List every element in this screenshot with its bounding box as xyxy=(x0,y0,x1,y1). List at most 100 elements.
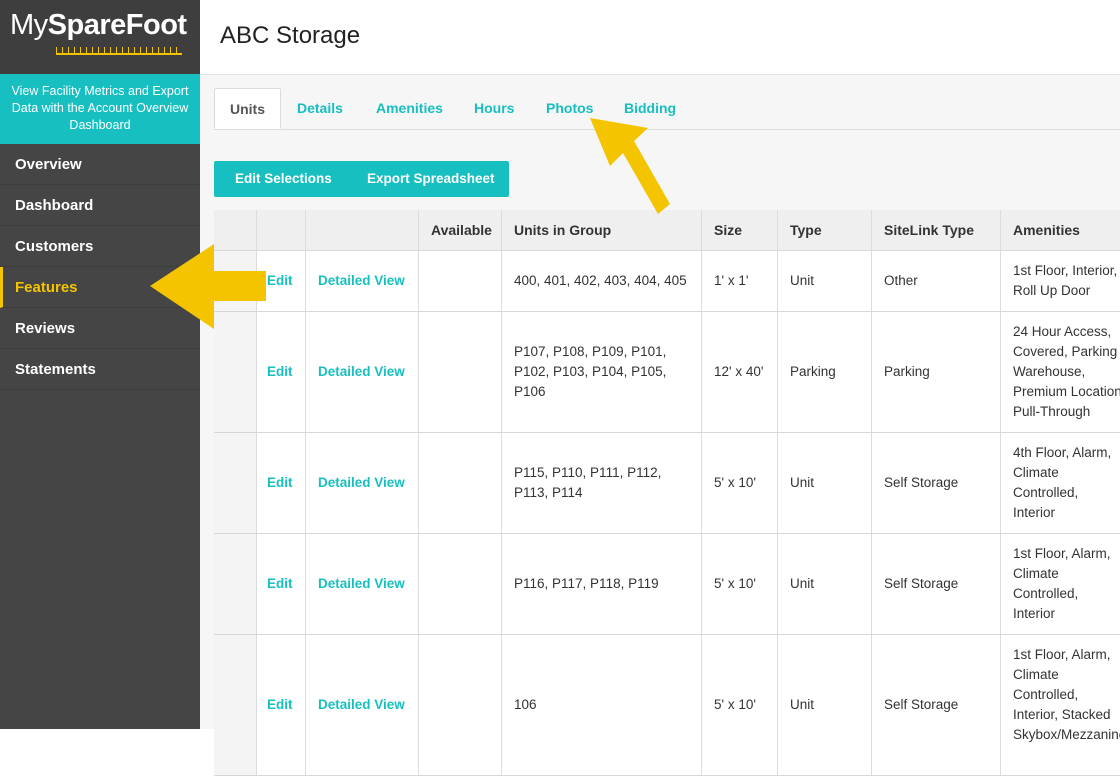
edit-link[interactable]: Edit xyxy=(257,534,306,634)
amenities-cell: 1st Floor, Alarm, Climate Controlled, Inter… xyxy=(1001,635,1120,775)
edit-link[interactable]: Edit xyxy=(257,635,306,775)
sidebar-item-statements[interactable]: Statements xyxy=(0,349,200,390)
amenity-line: Climate xyxy=(1013,667,1059,682)
available-cell xyxy=(419,251,502,311)
type-cell: Parking xyxy=(778,312,872,432)
logo-part-my: My xyxy=(10,9,48,41)
amenity-line: Premium Location, xyxy=(1013,384,1120,399)
header-view xyxy=(306,210,419,250)
amenity-line: 1st Floor, Interior, xyxy=(1013,263,1118,278)
amenity-line: Climate xyxy=(1013,465,1059,480)
row-select-cell[interactable] xyxy=(214,635,257,775)
page-title: ABC Storage xyxy=(220,22,361,49)
row-select-cell[interactable] xyxy=(214,534,257,634)
table-row: Edit Detailed View P116, P117, P118, P119 5… xyxy=(214,534,1120,635)
amenity-line: Controlled, xyxy=(1013,485,1079,500)
amenity-line: Interior xyxy=(1013,606,1056,621)
header-available[interactable]: Available xyxy=(419,210,502,250)
export-spreadsheet-button[interactable]: Export Spreadsheet xyxy=(367,161,495,197)
available-cell xyxy=(419,312,502,432)
type-cell: Unit xyxy=(778,534,872,634)
sitelink-type-cell: Self Storage xyxy=(872,534,1001,634)
amenity-line: 24 Hour Access, xyxy=(1013,324,1112,339)
page-header: ABC Storage xyxy=(200,0,1120,75)
tab-units[interactable]: Units xyxy=(214,88,281,129)
units-line: P106 xyxy=(514,384,546,399)
amenity-line: 1st Floor, Alarm, xyxy=(1013,546,1111,561)
units-line: P107, P108, P109, P101, xyxy=(514,344,667,359)
sidebar: MySpareFoot View Facility Metrics and Ex… xyxy=(0,0,200,729)
logo-part-sparefoot: SpareFoot xyxy=(47,9,187,41)
type-cell: Unit xyxy=(778,635,872,775)
detailed-view-link[interactable]: Detailed View xyxy=(306,251,419,311)
detailed-view-link[interactable]: Detailed View xyxy=(306,433,419,533)
photos-arrow-icon xyxy=(590,118,670,214)
units-line: 400, 401, 402, 403, 404, 405 xyxy=(514,273,687,288)
edit-selections-button[interactable]: Edit Selections xyxy=(235,161,332,197)
sitelink-type-cell: Self Storage xyxy=(872,635,1001,775)
logo[interactable]: MySpareFoot xyxy=(0,0,200,74)
amenity-line: Interior, Stacked xyxy=(1013,707,1111,722)
amenity-line: Controlled, xyxy=(1013,687,1079,702)
amenity-line: Pull-Through xyxy=(1013,404,1091,419)
header-amenities[interactable]: Amenities xyxy=(1001,210,1120,250)
available-cell xyxy=(419,534,502,634)
dashboard-promo-banner[interactable]: View Facility Metrics and Export Data wi… xyxy=(0,74,200,144)
header-size[interactable]: Size xyxy=(702,210,778,250)
available-cell xyxy=(419,433,502,533)
tab-details[interactable]: Details xyxy=(282,88,358,129)
header-type[interactable]: Type xyxy=(778,210,872,250)
tab-amenities[interactable]: Amenities xyxy=(361,88,458,129)
logo-ruler-icon xyxy=(56,44,182,55)
sidebar-item-overview[interactable]: Overview xyxy=(0,144,200,185)
amenity-line: Warehouse, xyxy=(1013,364,1086,379)
amenity-line: Climate xyxy=(1013,566,1059,581)
sitelink-type-cell: Other xyxy=(872,251,1001,311)
units-line: 106 xyxy=(514,697,537,712)
amenities-cell: 24 Hour Access, Covered, Parking Warehouse… xyxy=(1001,312,1120,432)
size-cell: 1' x 1' xyxy=(702,251,778,311)
table-row: Edit Detailed View 400, 401, 402, 403, 404… xyxy=(214,251,1120,312)
table-row: Edit Detailed View P115, P110, P111, P112,… xyxy=(214,433,1120,534)
table-row: Edit Detailed View 106 5' x 10' Unit Self Sto… xyxy=(214,635,1120,776)
main-content: Units Details Amenities Hours Photos Bid… xyxy=(200,75,1120,776)
units-cell: P107, P108, P109, P101, P102, P103, P104,… xyxy=(502,312,702,432)
units-cell: P116, P117, P118, P119 xyxy=(502,534,702,634)
amenities-cell: 1st Floor, Interior, Roll Up Door xyxy=(1001,251,1120,311)
detailed-view-link[interactable]: Detailed View xyxy=(306,635,419,775)
size-cell: 5' x 10' xyxy=(702,433,778,533)
amenity-line: Covered, Parking xyxy=(1013,344,1118,359)
available-cell xyxy=(419,635,502,775)
amenity-line: Interior xyxy=(1013,505,1056,520)
units-cell: P115, P110, P111, P112, P113, P114 xyxy=(502,433,702,533)
sitelink-type-cell: Parking xyxy=(872,312,1001,432)
table-body: Edit Detailed View 400, 401, 402, 403, 404… xyxy=(214,251,1120,776)
size-cell: 12' x 40' xyxy=(702,312,778,432)
row-select-cell[interactable] xyxy=(214,433,257,533)
table-row: Edit Detailed View P107, P108, P109, P101,… xyxy=(214,312,1120,433)
units-line: P116, P117, P118, P119 xyxy=(514,576,659,591)
features-arrow-icon xyxy=(150,244,266,329)
detailed-view-link[interactable]: Detailed View xyxy=(306,534,419,634)
sidebar-item-dashboard[interactable]: Dashboard xyxy=(0,185,200,226)
amenity-line: Controlled, xyxy=(1013,586,1079,601)
units-cell: 400, 401, 402, 403, 404, 405 xyxy=(502,251,702,311)
edit-link[interactable]: Edit xyxy=(257,433,306,533)
amenities-cell: 1st Floor, Alarm, Climate Controlled, Inter… xyxy=(1001,534,1120,634)
tab-hours[interactable]: Hours xyxy=(459,88,529,129)
amenity-line: Roll Up Door xyxy=(1013,283,1091,298)
type-cell: Unit xyxy=(778,251,872,311)
amenities-cell: 4th Floor, Alarm, Climate Controlled, Inter… xyxy=(1001,433,1120,533)
header-sitelink-type[interactable]: SiteLink Type xyxy=(872,210,1001,250)
units-line: P113, P114 xyxy=(514,485,583,500)
type-cell: Unit xyxy=(778,433,872,533)
size-cell: 5' x 10' xyxy=(702,635,778,775)
sitelink-type-cell: Self Storage xyxy=(872,433,1001,533)
amenity-line: 1st Floor, Alarm, xyxy=(1013,647,1111,662)
action-button-group: Edit Selections Export Spreadsheet xyxy=(214,161,509,197)
detailed-view-link[interactable]: Detailed View xyxy=(306,312,419,432)
units-line: P102, P103, P104, P105, xyxy=(514,364,667,379)
units-table: Available Units in Group Size Type SiteL… xyxy=(214,210,1120,776)
amenity-line: 4th Floor, Alarm, xyxy=(1013,445,1112,460)
units-line: P115, P110, P111, P112, xyxy=(514,465,662,480)
